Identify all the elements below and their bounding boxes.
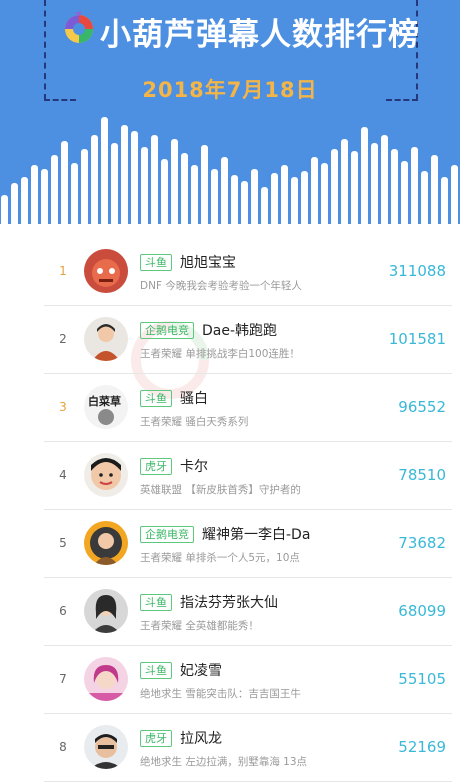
avatar[interactable] xyxy=(84,521,128,565)
rank-number: 6 xyxy=(59,604,67,618)
wave-bar xyxy=(131,131,138,235)
ranking-row[interactable]: 8 虎牙 拉风龙 绝地求生 左边拉满，别墅靠海 13点 52169 xyxy=(44,714,452,782)
danmu-count: 78510 xyxy=(398,466,446,484)
streamer-name[interactable]: 拉风龙 xyxy=(180,728,222,748)
ranking-row[interactable]: 2 企鹅电竞 Dae-韩跑跑王者荣耀 单排挑战李白100连胜！ 101581 xyxy=(44,306,452,374)
danmu-count: 73682 xyxy=(398,534,446,552)
avatar[interactable]: 白菜草 xyxy=(84,385,128,429)
wave-bar xyxy=(51,155,58,235)
streamer-name[interactable]: 卡尔 xyxy=(180,456,208,476)
wave-bar xyxy=(161,159,168,235)
streamer-name[interactable]: 耀神第一李白-Da xyxy=(202,524,310,544)
stream-description: 王者荣耀 单排杀一个人5元，10点 xyxy=(140,552,300,564)
avatar[interactable] xyxy=(84,453,128,497)
avatar[interactable] xyxy=(84,725,128,769)
danmu-count: 311088 xyxy=(388,262,446,280)
danmu-count: 101581 xyxy=(388,330,446,348)
avatar[interactable] xyxy=(84,657,128,701)
stream-description: 英雄联盟 【新皮肤首秀】守护者的 xyxy=(140,484,301,496)
wave-bar xyxy=(311,157,318,235)
avatar[interactable] xyxy=(84,589,128,633)
wave-bar xyxy=(61,141,68,235)
avatar[interactable] xyxy=(84,249,128,293)
wave-bar xyxy=(151,135,158,235)
rank-number: 1 xyxy=(59,264,67,278)
ranking-row[interactable]: 1 斗鱼 旭旭宝宝 DNF 今晚我会考验考验一个年轻人 311088 xyxy=(44,238,452,306)
wave-bar xyxy=(331,149,338,235)
streamer-name[interactable]: 旭旭宝宝 xyxy=(180,252,236,272)
wave-base xyxy=(0,224,460,235)
ranking-row[interactable]: 5 企鹅电竞 耀神第一李白-Da 王者荣耀 单排杀一个人5元，10点 73682 xyxy=(44,510,452,578)
wave-bar xyxy=(121,125,128,235)
platform-badge: 斗鱼 xyxy=(140,254,172,271)
ranking-row[interactable]: 6 斗鱼 指法芬芳张大仙王者荣耀 全英雄都能秀！ 68099 xyxy=(44,578,452,646)
wave-bar xyxy=(91,135,98,235)
platform-badge: 斗鱼 xyxy=(140,662,172,679)
stream-description: DNF 今晚我会考验考验一个年轻人 xyxy=(140,280,302,292)
rank-number: 2 xyxy=(59,332,67,346)
streamer-name[interactable]: 妃凌雪 xyxy=(180,660,222,680)
danmu-count: 68099 xyxy=(398,602,446,620)
header-banner: 小葫芦弹幕人数排行榜 2018年7月18日 xyxy=(0,0,460,235)
danmu-count: 55105 xyxy=(398,670,446,688)
wave-bar xyxy=(391,149,398,235)
platform-badge: 企鹅电竞 xyxy=(140,322,194,339)
streamer-name[interactable]: 骚白 xyxy=(180,388,208,408)
rank-number: 8 xyxy=(59,740,67,754)
wave-bar xyxy=(341,139,348,235)
rank-number: 5 xyxy=(59,536,67,550)
wave-bar xyxy=(411,147,418,235)
wave-bar xyxy=(141,147,148,235)
danmu-count: 52169 xyxy=(398,738,446,756)
stream-description: 王者荣耀 全英雄都能秀！ xyxy=(140,620,259,632)
streamer-name[interactable]: 指法芬芳张大仙 xyxy=(180,592,278,612)
wave-bar xyxy=(361,127,368,235)
huluzhu-logo-icon xyxy=(65,11,93,43)
platform-badge: 斗鱼 xyxy=(140,390,172,407)
stream-description: 王者荣耀 单排挑战李白100连胜！ xyxy=(140,348,300,360)
wave-bar xyxy=(351,151,358,235)
ranking-row[interactable]: 4 虎牙 卡尔英雄联盟 【新皮肤首秀】守护者的 78510 xyxy=(44,442,452,510)
svg-text:白菜草: 白菜草 xyxy=(88,394,121,408)
sound-wave-decoration xyxy=(0,117,460,235)
wave-bar xyxy=(221,157,228,235)
avatar[interactable] xyxy=(84,317,128,361)
wave-bar xyxy=(381,135,388,235)
wave-bar xyxy=(201,145,208,235)
platform-badge: 虎牙 xyxy=(140,730,172,747)
streamer-name[interactable]: Dae-韩跑跑 xyxy=(202,320,277,340)
rank-number: 7 xyxy=(59,672,67,686)
wave-bar xyxy=(171,139,178,235)
page-title: 小葫芦弹幕人数排行榜 xyxy=(100,17,420,53)
wave-bar xyxy=(371,143,378,235)
wave-bar xyxy=(431,155,438,235)
wave-bar xyxy=(111,143,118,235)
danmu-count: 96552 xyxy=(398,398,446,416)
wave-bar xyxy=(181,153,188,235)
ranking-list: 1 斗鱼 旭旭宝宝 DNF 今晚我会考验考验一个年轻人 311088 2 企鹅电竞 Dae-韩… xyxy=(44,238,452,782)
platform-badge: 斗鱼 xyxy=(140,594,172,611)
ranking-row[interactable]: 7 斗鱼 妃凌雪绝地求生 雪能突击队：吉吉国王牛 55105 xyxy=(44,646,452,714)
rank-number: 3 xyxy=(59,400,67,414)
wave-bar xyxy=(401,161,408,235)
platform-badge: 虎牙 xyxy=(140,458,172,475)
wave-bar xyxy=(81,149,88,235)
wave-bar xyxy=(101,117,108,235)
stream-description: 绝地求生 雪能突击队：吉吉国王牛 xyxy=(140,688,301,700)
ranking-row[interactable]: 3 白菜草 斗鱼 骚白王者荣耀 骚白天秀系列 96552 xyxy=(44,374,452,442)
stream-description: 王者荣耀 骚白天秀系列 xyxy=(140,416,249,428)
rank-number: 4 xyxy=(59,468,67,482)
platform-badge: 企鹅电竞 xyxy=(140,526,194,543)
